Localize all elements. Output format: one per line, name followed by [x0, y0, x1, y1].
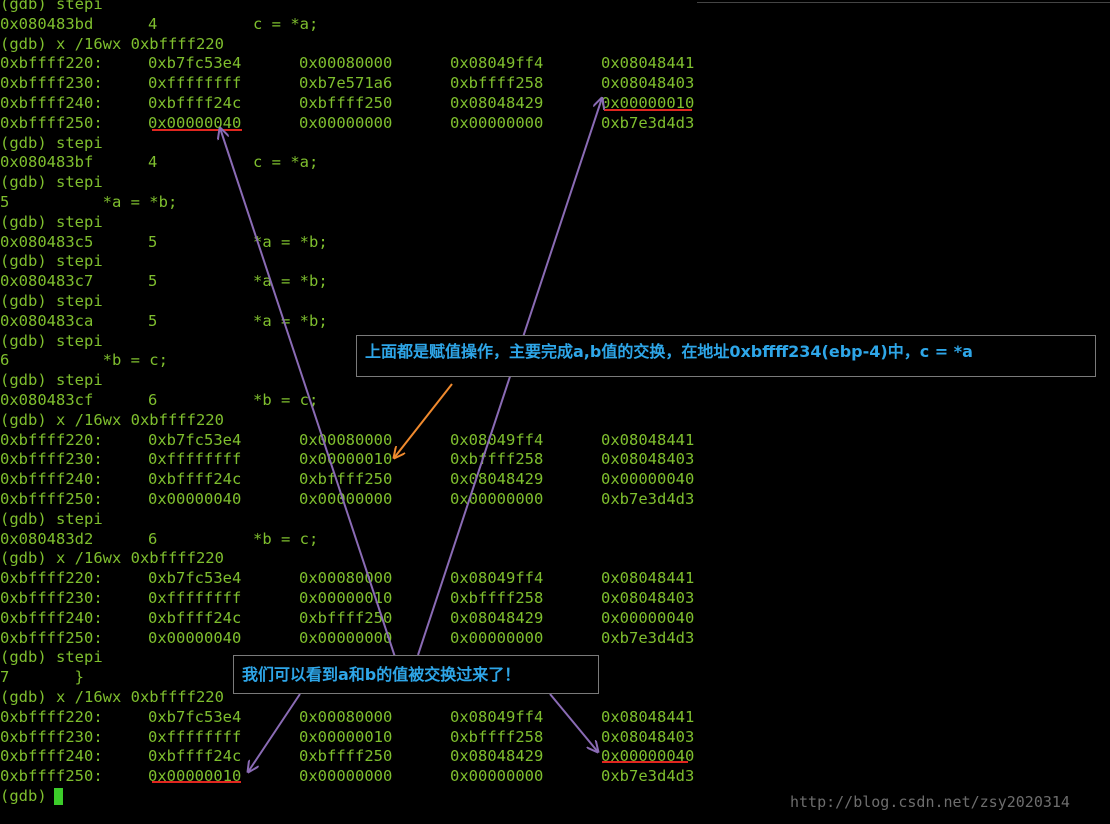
arrow-to-b-after — [549, 693, 598, 752]
arrow-to-a-before — [220, 128, 397, 661]
arrow-to-a-after — [248, 693, 301, 772]
watermark-text: http://blog.csdn.net/zsy2020314 — [790, 793, 1070, 811]
arrow-overlay — [0, 0, 1110, 824]
top-annotation-note: 上面都是赋值操作，主要完成a,b值的交换，在地址0xbffff234(ebp-4… — [356, 335, 1096, 377]
arrow-to-c — [394, 383, 453, 458]
bottom-annotation-note: 我们可以看到a和b的值被交换过来了！ — [233, 655, 599, 694]
